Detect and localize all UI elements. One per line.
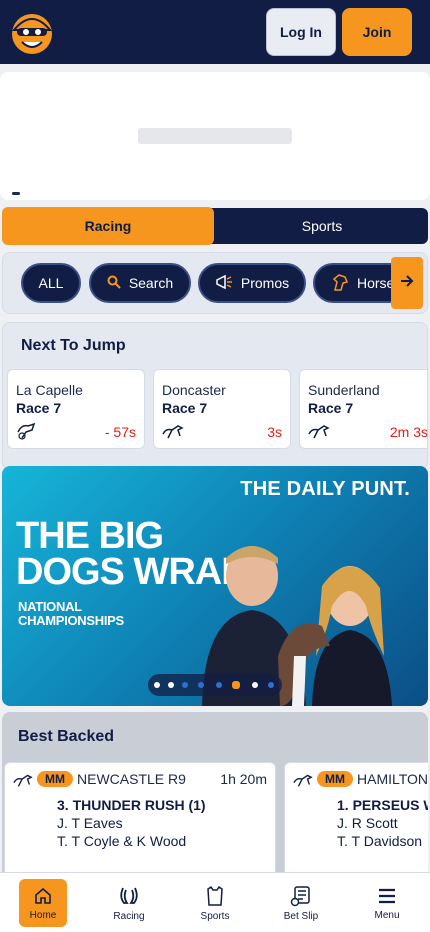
login-button[interactable]: Log In [266, 8, 336, 56]
market-mover-badge: MM [317, 771, 353, 787]
jockey-name: J. T Eaves [57, 815, 123, 831]
banner-subtitle-line: NATIONAL [18, 599, 82, 614]
race-number: Race 7 [308, 400, 354, 416]
tab-sports[interactable]: Sports [216, 208, 428, 244]
scroll-right-button[interactable] [391, 257, 423, 309]
nav-home-label: Home [29, 909, 57, 921]
filter-search-chip[interactable]: Search [89, 263, 191, 303]
tab-racing[interactable]: Racing [2, 207, 214, 245]
race-card[interactable]: Doncaster Race 7 3s [153, 369, 291, 449]
best-backed-card[interactable]: MM HAMILTON 1. PERSEUS W J. R Scott T. T… [284, 762, 428, 878]
page-dot[interactable] [182, 682, 188, 688]
banner-subtitle-line: CHAMPIONSHIPS [18, 613, 124, 628]
section-title: Next To Jump [21, 337, 126, 354]
section-title: Best Backed [18, 728, 115, 745]
home-icon [35, 887, 51, 904]
promo-banner[interactable]: THE DAILY PUNT. THE BIG DOGS WRAP NATION… [2, 466, 428, 706]
race-time: 1h 20m [220, 771, 267, 787]
page-dot[interactable] [154, 682, 160, 688]
banner-brand: THE DAILY PUNT. [240, 478, 410, 500]
page-dot[interactable] [198, 682, 204, 688]
filter-all-chip[interactable]: ALL [21, 263, 81, 303]
banner-pagination [148, 674, 282, 696]
filter-all-label: ALL [38, 275, 64, 291]
trainer-name: T. T Coyle & K Wood [57, 833, 187, 849]
race-number: Race 7 [162, 400, 208, 416]
app-header: Log In Join [0, 0, 430, 64]
jersey-icon [207, 885, 223, 906]
racing-sports-toggle: Racing Sports [2, 207, 428, 245]
race-card[interactable]: Sunderland Race 7 2m 3s [299, 369, 428, 449]
next-to-jump-section: Next To Jump La Capelle Race 7 - 57s Don… [2, 322, 428, 470]
filter-search-label: Search [128, 275, 174, 291]
megaphone-icon [215, 274, 233, 293]
runner-name: 3. THUNDER RUSH (1) [57, 797, 206, 813]
best-backed-card[interactable]: MM NEWCASTLE R9 1h 20m 3. THUNDER RUSH (… [4, 762, 276, 878]
race-venue: Doncaster [162, 382, 226, 398]
meeting-name: HAMILTON [357, 771, 428, 787]
mascot-logo-icon[interactable] [8, 8, 56, 56]
join-button[interactable]: Join [342, 8, 412, 56]
runner-name: 1. PERSEUS W [337, 797, 428, 813]
nav-sports-label: Sports [200, 910, 230, 922]
ad-carousel [0, 72, 430, 200]
meeting-name: NEWCASTLE R9 [77, 771, 186, 787]
page-dot[interactable] [268, 682, 274, 688]
race-card[interactable]: La Capelle Race 7 - 57s [7, 369, 145, 449]
ad-placeholder [138, 128, 292, 144]
page-dot[interactable] [216, 682, 222, 688]
horse-head-icon [331, 273, 349, 294]
arrow-right-icon [400, 274, 414, 292]
nav-betslip[interactable]: Bet Slip [277, 879, 325, 927]
jockey-name: J. R Scott [337, 815, 398, 831]
race-countdown: 3s [267, 424, 282, 440]
filter-promos-chip[interactable]: Promos [198, 263, 306, 303]
page-dot[interactable] [252, 682, 258, 688]
betslip-icon [290, 885, 310, 906]
market-mover-badge: MM [37, 771, 73, 787]
race-countdown: - 57s [104, 424, 136, 440]
race-number: Race 7 [16, 400, 62, 416]
search-icon [107, 275, 121, 292]
nav-menu[interactable]: Menu [363, 879, 411, 927]
trainer-name: T. T Davidson [337, 833, 423, 849]
race-venue: Sunderland [308, 382, 380, 398]
filter-bar: ALL Search Promos Horse R [2, 252, 428, 314]
horseshoe-icon [120, 887, 138, 904]
filter-promos-label: Promos [240, 275, 290, 291]
nav-home[interactable]: Home [19, 879, 67, 927]
harness-icon [16, 422, 38, 440]
greyhound-icon [308, 422, 330, 440]
page-dot[interactable] [168, 682, 174, 688]
nav-betslip-label: Bet Slip [283, 910, 319, 922]
nav-racing[interactable]: Racing [105, 879, 153, 927]
carousel-indicator [12, 192, 20, 195]
bottom-nav: Home Racing Sports Bet Slip Menu [0, 872, 430, 932]
race-venue: La Capelle [16, 382, 83, 398]
page-dot-active[interactable] [232, 681, 240, 689]
race-countdown: 2m 3s [389, 424, 428, 440]
greyhound-icon [293, 771, 313, 789]
greyhound-icon [162, 422, 184, 440]
nav-sports[interactable]: Sports [191, 879, 239, 927]
nav-racing-label: Racing [113, 910, 145, 922]
greyhound-icon [13, 771, 33, 789]
best-backed-section: Best Backed MM NEWCASTLE R9 1h 20m 3. TH… [2, 712, 428, 882]
menu-icon [379, 888, 395, 903]
nav-menu-label: Menu [374, 909, 400, 921]
banner-subtitle: NATIONAL CHAMPIONSHIPS [18, 600, 124, 628]
